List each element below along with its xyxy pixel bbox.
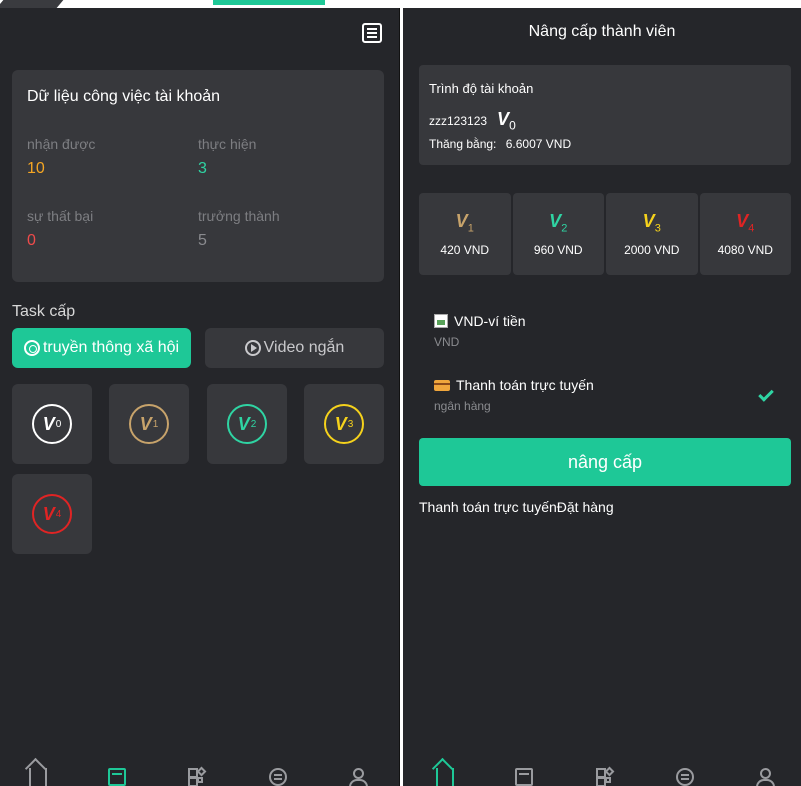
bottom-nav	[0, 760, 399, 786]
level-badge-icon: V4	[32, 494, 72, 534]
tab-social-media[interactable]: truyền thông xã hội	[12, 328, 191, 368]
tier-price: 420 VND	[440, 242, 490, 257]
tier-option[interactable]: V2 960 VND	[512, 193, 604, 275]
tier-badge: V3	[642, 211, 661, 235]
username: zzz123123	[429, 113, 488, 128]
stat-value: 10	[27, 160, 45, 177]
user-icon[interactable]	[756, 768, 775, 786]
task-level-title: Task cấp	[12, 303, 76, 320]
level-badge-icon: V2	[227, 404, 267, 444]
account-level-label: Trình độ tài khoản	[429, 81, 534, 96]
level-badge-icon: V0	[32, 404, 72, 444]
level-tile[interactable]: V0	[12, 384, 92, 464]
tab-short-video[interactable]: Video ngắn	[205, 328, 384, 368]
strip-indicator	[213, 0, 325, 5]
stat-label: thực hiện	[198, 136, 257, 152]
exchange-icon[interactable]	[676, 768, 694, 786]
exchange-icon[interactable]	[269, 768, 287, 786]
tier-option[interactable]: V1 420 VND	[419, 193, 511, 275]
tab-label: truyền thông xã hội	[42, 339, 180, 356]
tier-price: 2000 VND	[624, 242, 680, 257]
current-level-badge: V0	[497, 109, 516, 133]
level-tile[interactable]: V3	[304, 384, 384, 464]
level-tile[interactable]: V4	[12, 474, 92, 554]
tier-option[interactable]: V4 4080 VND	[699, 193, 791, 275]
stat-label: sự thất bại	[27, 208, 94, 224]
task-icon[interactable]	[515, 768, 533, 786]
stat-mature: trưởng thành 5	[198, 208, 280, 250]
level-tile[interactable]: V2	[207, 384, 287, 464]
tier-badge: V1	[455, 211, 474, 235]
stats-title: Dữ liệu công việc tài khoản	[27, 88, 221, 105]
payment-wallet[interactable]: VND-ví tiền VND	[434, 313, 526, 349]
order-link[interactable]: Thanh toán trực tuyếnĐặt hàng	[419, 499, 614, 515]
user-icon[interactable]	[349, 768, 368, 786]
payment-name: Thanh toán trực tuyến	[456, 377, 594, 393]
payment-sub: VND	[434, 335, 460, 349]
payment-sub: ngân hàng	[434, 399, 491, 413]
bottom-nav	[403, 760, 801, 786]
account-user: zzz123123 V0	[429, 109, 516, 133]
grid-icon[interactable]	[596, 766, 615, 786]
page-title: Nâng cấp thành viên	[528, 23, 676, 40]
stat-value: 0	[27, 232, 36, 249]
tier-price: 960 VND	[533, 242, 583, 257]
tab-label: Video ngắn	[263, 339, 345, 356]
account-level-card: Trình độ tài khoản zzz123123 V0 Thăng bằ…	[419, 65, 791, 165]
upgrade-button[interactable]: nâng cấp	[419, 438, 791, 486]
stat-fail: sự thất bại 0	[27, 208, 93, 250]
tier-option[interactable]: V3 2000 VND	[606, 193, 698, 275]
stat-value: 3	[198, 160, 207, 177]
tier-badge: V4	[736, 211, 755, 235]
stat-received: nhận được 10	[27, 136, 95, 178]
wallet-image-icon	[434, 314, 448, 328]
list-icon[interactable]	[362, 23, 382, 43]
top-strip	[0, 0, 400, 8]
account-balance: Thăng bằng: 6.6007 VND	[429, 137, 571, 151]
card-icon	[434, 379, 450, 391]
payment-name: VND-ví tiền	[454, 313, 526, 329]
grid-icon[interactable]	[188, 766, 207, 786]
stat-label: nhận được	[27, 136, 96, 152]
stat-value: 5	[198, 232, 207, 249]
stat-done: thực hiện 3	[198, 136, 256, 178]
task-panel: Dữ liệu công việc tài khoản nhận được 10…	[0, 8, 400, 786]
balance-value: 6.6007 VND	[505, 137, 572, 151]
level-badge-icon: V3	[324, 404, 364, 444]
tier-badge: V2	[549, 211, 568, 235]
upgrade-panel: Nâng cấp thành viên Trình độ tài khoản z…	[403, 8, 801, 786]
target-icon	[23, 340, 40, 356]
account-stats-card: Dữ liệu công việc tài khoản nhận được 10…	[12, 70, 384, 282]
tier-price: 4080 VND	[717, 242, 773, 257]
tier-options: V1 420 VND V2 960 VND V3 2000 VND V4 4080 VND	[419, 193, 791, 275]
play-icon	[244, 340, 261, 356]
payment-online[interactable]: Thanh toán trực tuyến ngân hàng	[434, 377, 594, 413]
balance-label: Thăng bằng:	[429, 137, 497, 151]
home-icon[interactable]	[436, 768, 454, 786]
home-icon[interactable]	[29, 768, 47, 786]
strip-dark	[0, 0, 64, 8]
check-icon	[758, 386, 774, 402]
stat-label: trưởng thành	[198, 208, 280, 224]
task-icon[interactable]	[108, 768, 126, 786]
level-badge-icon: V1	[129, 404, 169, 444]
level-tile[interactable]: V1	[109, 384, 189, 464]
